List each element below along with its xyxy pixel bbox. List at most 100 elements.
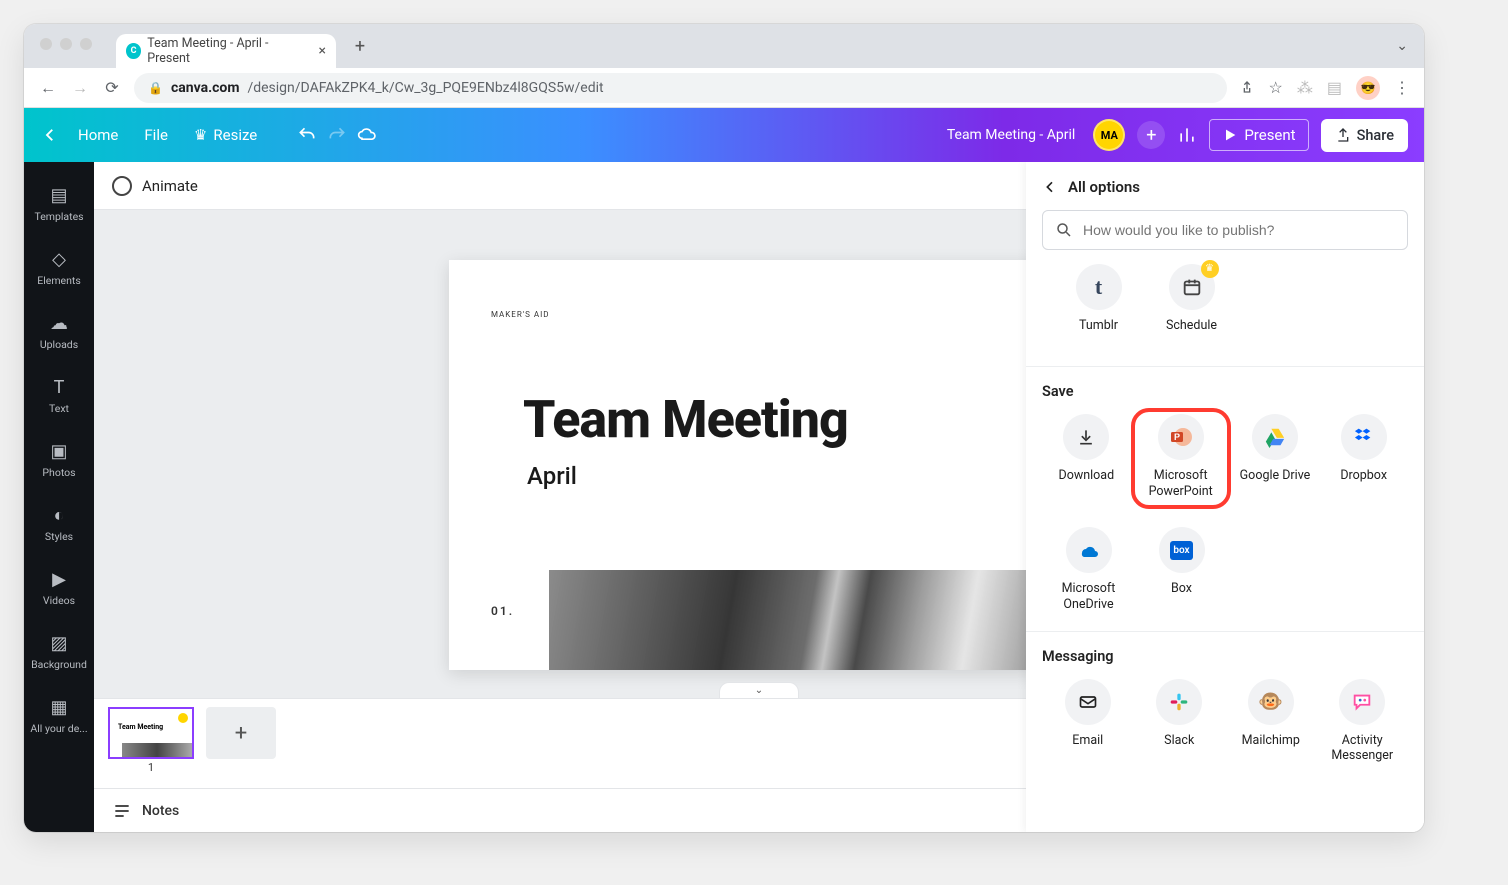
add-collaborator-button[interactable]: + xyxy=(1137,121,1165,149)
panel-title: All options xyxy=(1068,178,1140,196)
browser-share-icon[interactable] xyxy=(1239,80,1255,96)
new-tab-button[interactable]: + xyxy=(346,32,374,60)
sidebar-item-photos[interactable]: ▣ Photos xyxy=(24,428,94,492)
tumblr-icon: t xyxy=(1095,273,1102,301)
photos-icon: ▣ xyxy=(50,441,67,462)
tab-title: Team Meeting - April - Present xyxy=(147,36,306,66)
thumbnail-1[interactable]: Team Meeting 1 xyxy=(108,707,194,774)
highlight-powerpoint: P Microsoft PowerPoint xyxy=(1131,408,1231,509)
powerpoint-icon: P xyxy=(1169,425,1193,449)
all-designs-icon: ▦ xyxy=(50,697,67,718)
download-icon xyxy=(1076,427,1096,447)
option-email[interactable]: Email xyxy=(1042,679,1134,764)
browser-tab[interactable]: C Team Meeting - April - Present × xyxy=(116,34,336,68)
tab-close-icon[interactable]: × xyxy=(319,43,326,59)
panel-search-input[interactable] xyxy=(1083,222,1395,238)
option-activity-messenger[interactable]: Activity Messenger xyxy=(1317,679,1409,764)
add-page-button[interactable]: + xyxy=(206,707,276,759)
option-download[interactable]: Download xyxy=(1042,414,1131,509)
sidebar-item-videos[interactable]: ▶ Videos xyxy=(24,556,94,620)
premium-crown-icon: ♛ xyxy=(1201,260,1219,278)
panel-back-icon[interactable] xyxy=(1042,179,1058,195)
home-button[interactable]: Home xyxy=(70,120,126,150)
sidebar-item-elements[interactable]: ◇ Elements xyxy=(24,236,94,300)
url-host: canva.com xyxy=(171,80,240,96)
notes-button[interactable]: Notes xyxy=(142,803,179,819)
analytics-icon[interactable] xyxy=(1177,125,1197,145)
videos-icon: ▶ xyxy=(52,569,66,590)
bookmark-star-icon[interactable]: ☆ xyxy=(1269,78,1283,97)
redo-icon xyxy=(327,125,347,145)
upload-icon xyxy=(1335,127,1351,143)
back-chevron-icon[interactable] xyxy=(40,125,60,145)
undo-icon[interactable] xyxy=(297,125,317,145)
templates-icon: ▤ xyxy=(50,185,67,206)
onedrive-icon xyxy=(1077,538,1101,562)
nav-back-icon[interactable]: ← xyxy=(38,78,58,98)
elements-icon: ◇ xyxy=(52,249,66,270)
background-icon: ▨ xyxy=(50,633,67,654)
slide-image[interactable] xyxy=(549,570,1069,670)
activity-messenger-icon xyxy=(1351,691,1373,713)
sidebar-item-all-designs[interactable]: ▦ All your de... xyxy=(24,684,94,748)
slide-number-text: 01. xyxy=(491,604,514,618)
sidebar-item-text[interactable]: T Text xyxy=(24,364,94,428)
email-icon xyxy=(1078,692,1098,712)
sidebar-item-templates[interactable]: ▤ Templates xyxy=(24,172,94,236)
sidebar-item-uploads[interactable]: ☁ Uploads xyxy=(24,300,94,364)
sidepanel-icon[interactable]: ▤ xyxy=(1327,78,1342,97)
option-dropbox[interactable]: Dropbox xyxy=(1319,414,1408,509)
nav-forward-icon: → xyxy=(70,78,90,98)
window-min-icon[interactable] xyxy=(60,38,72,50)
search-icon xyxy=(1055,221,1073,239)
notes-icon xyxy=(112,801,132,821)
option-onedrive[interactable]: Microsoft OneDrive xyxy=(1042,527,1135,612)
dropbox-icon xyxy=(1353,426,1375,448)
slack-icon xyxy=(1169,692,1189,712)
tabs-overflow-icon[interactable]: ⌄ xyxy=(1396,38,1408,54)
text-icon: T xyxy=(54,377,65,398)
sidebar-item-background[interactable]: ▨ Background xyxy=(24,620,94,684)
browser-window: C Team Meeting - April - Present × + ⌄ ←… xyxy=(24,24,1424,832)
url-path: /design/DAFAkZPK4_k/Cw_3g_PQE9ENbz4l8GQS… xyxy=(247,80,603,96)
option-google-drive[interactable]: Google Drive xyxy=(1231,414,1320,509)
present-button[interactable]: Present xyxy=(1209,119,1308,151)
option-powerpoint[interactable]: P Microsoft PowerPoint xyxy=(1141,414,1221,499)
canva-favicon-icon: C xyxy=(126,43,141,59)
share-panel: All options t Tumblr xyxy=(1026,162,1424,832)
slide[interactable]: MAKER'S AID Team Meeting April 01. xyxy=(449,260,1069,670)
option-slack[interactable]: Slack xyxy=(1134,679,1226,764)
play-icon xyxy=(1222,127,1238,143)
option-schedule[interactable]: ♛ Schedule xyxy=(1145,264,1238,348)
animate-button[interactable]: Animate xyxy=(142,177,198,195)
window-close-icon[interactable] xyxy=(40,38,52,50)
document-title[interactable]: Team Meeting - April xyxy=(947,127,1075,143)
slide-subtitle-text[interactable]: April xyxy=(527,462,1009,490)
slide-title-text[interactable]: Team Meeting xyxy=(523,389,1009,450)
collapse-thumbs-button[interactable]: ⌄ xyxy=(719,682,799,698)
option-box[interactable]: box Box xyxy=(1135,527,1228,612)
window-controls[interactable] xyxy=(40,38,92,50)
nav-reload-icon[interactable]: ⟳ xyxy=(102,78,122,97)
file-menu[interactable]: File xyxy=(136,120,176,150)
cloud-sync-icon[interactable] xyxy=(357,125,377,145)
share-button[interactable]: Share xyxy=(1321,119,1408,152)
resize-button[interactable]: ♛ Resize xyxy=(186,120,265,150)
app-body: ▤ Templates ◇ Elements ☁ Uploads T Text … xyxy=(24,162,1424,832)
extensions-icon[interactable]: ⁂ xyxy=(1297,78,1313,97)
section-messaging-title: Messaging xyxy=(1042,632,1408,673)
profile-avatar-icon[interactable]: 😎 xyxy=(1356,76,1380,100)
box-icon: box xyxy=(1170,542,1192,558)
panel-search[interactable] xyxy=(1042,210,1408,250)
gdrive-icon xyxy=(1264,426,1286,448)
styles-icon: ◐ xyxy=(54,505,65,526)
window-max-icon[interactable] xyxy=(80,38,92,50)
option-mailchimp[interactable]: 🐵 Mailchimp xyxy=(1225,679,1317,764)
url-field[interactable]: 🔒 canva.com/design/DAFAkZPK4_k/Cw_3g_PQE… xyxy=(134,73,1227,103)
mailchimp-icon: 🐵 xyxy=(1258,689,1283,714)
browser-menu-icon[interactable]: ⋮ xyxy=(1394,78,1410,97)
user-avatar[interactable]: MA xyxy=(1093,119,1125,151)
option-tumblr[interactable]: t Tumblr xyxy=(1052,264,1145,348)
sidebar-item-styles[interactable]: ◐ Styles xyxy=(24,492,94,556)
section-save-title: Save xyxy=(1042,367,1408,408)
